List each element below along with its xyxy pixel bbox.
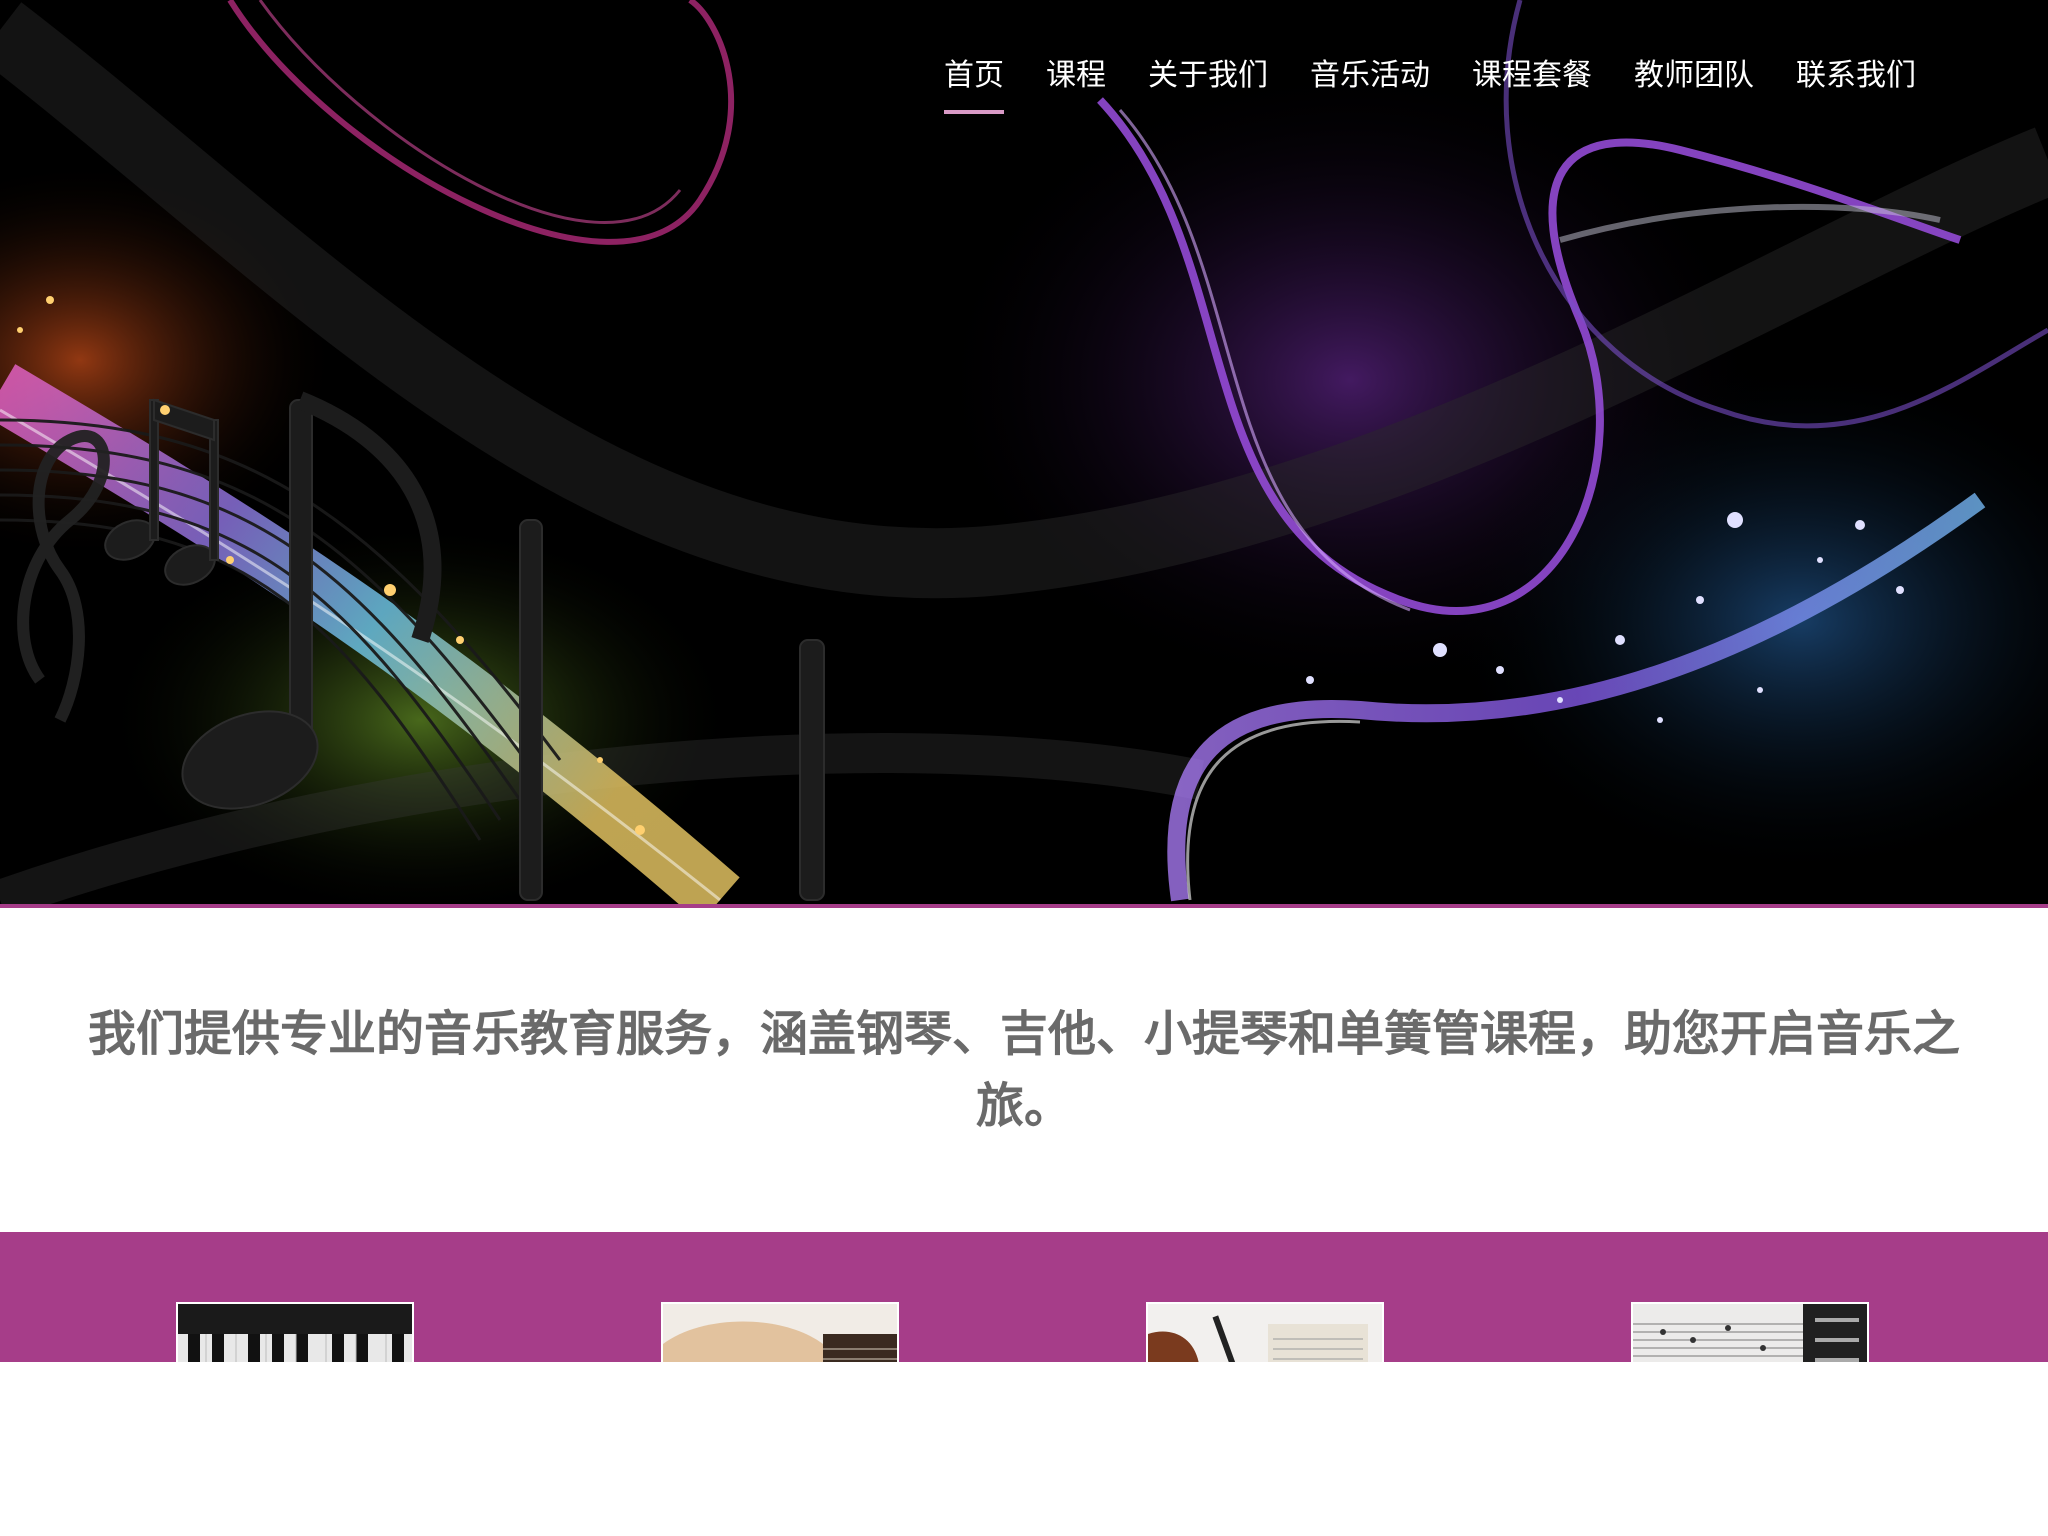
page: 首页 课程 关于我们 音乐活动 课程套餐 教师团队 联系我们 我们提供专业的音乐… [0, 0, 2048, 1536]
nav-item-home[interactable]: 首页 [944, 52, 1004, 114]
nav-item-music-events[interactable]: 音乐活动 [1310, 52, 1430, 114]
hero-banner: 首页 课程 关于我们 音乐活动 课程套餐 教师团队 联系我们 [0, 0, 2048, 908]
main-nav: 首页 课程 关于我们 音乐活动 课程套餐 教师团队 联系我们 [944, 52, 1916, 114]
intro-text: 我们提供专业的音乐教育服务，涵盖钢琴、吉他、小提琴和单簧管课程，助您开启音乐之旅… [87, 1006, 1960, 1134]
courses-section [0, 1232, 2048, 1362]
clarinet-image [1633, 1304, 1867, 1362]
nav-item-teachers[interactable]: 教师团队 [1634, 52, 1754, 114]
piano-course-thumbnail[interactable] [176, 1302, 414, 1362]
violin-course-thumbnail[interactable] [1146, 1302, 1384, 1362]
page-bottom-area [0, 1362, 2048, 1536]
nav-item-course-packages[interactable]: 课程套餐 [1472, 52, 1592, 114]
intro-section: 我们提供专业的音乐教育服务，涵盖钢琴、吉他、小提琴和单簧管课程，助您开启音乐之旅… [0, 908, 2048, 1232]
nav-item-contact-us[interactable]: 联系我们 [1796, 52, 1916, 114]
hero-background-music-art [0, 0, 2048, 904]
clarinet-course-thumbnail[interactable] [1631, 1302, 1869, 1362]
violin-image [1148, 1304, 1382, 1362]
piano-image [178, 1304, 412, 1362]
guitar-image [663, 1304, 897, 1362]
nav-item-courses[interactable]: 课程 [1046, 52, 1106, 114]
guitar-course-thumbnail[interactable] [661, 1302, 899, 1362]
nav-item-about-us[interactable]: 关于我们 [1148, 52, 1268, 114]
